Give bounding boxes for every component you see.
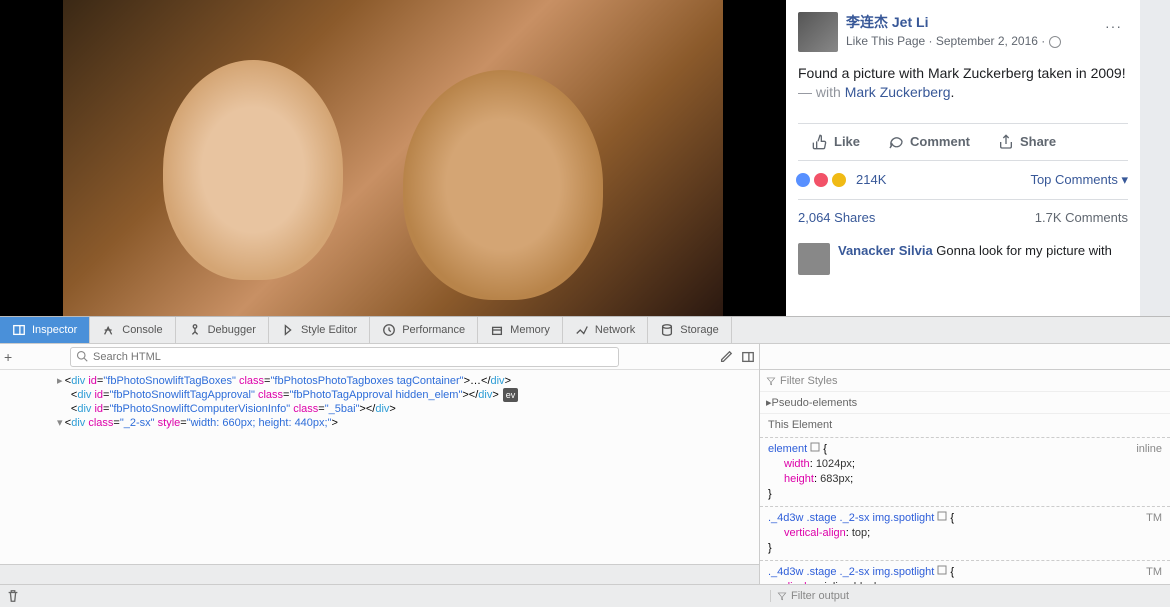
- search-icon: [76, 350, 88, 362]
- commenter-avatar[interactable]: [798, 243, 830, 275]
- reaction-love-icon: [812, 171, 830, 189]
- breadcrumb: [0, 564, 759, 584]
- comment-icon: [888, 134, 904, 150]
- post-body: Found a picture with Mark Zuckerberg tak…: [798, 64, 1128, 103]
- reaction-wow-icon: [830, 171, 848, 189]
- inspect-icon[interactable]: [810, 442, 820, 452]
- inspect-icon[interactable]: [937, 511, 947, 521]
- devtools-tab-memory[interactable]: Memory: [478, 317, 563, 343]
- css-rules: This Element element {inline width: 1024…: [760, 414, 1170, 584]
- html-node[interactable]: <div id="fbPhotoSnowliftComputerVisionIn…: [0, 402, 759, 416]
- trash-icon[interactable]: [6, 589, 20, 603]
- like-button[interactable]: Like: [798, 128, 874, 156]
- post-more-menu[interactable]: ···: [1105, 18, 1122, 34]
- page-name-link[interactable]: 李连杰 Jet Li: [846, 14, 928, 30]
- html-search-input[interactable]: [70, 347, 619, 367]
- tagged-person-link[interactable]: Mark Zuckerberg: [845, 84, 951, 100]
- html-search: [70, 347, 619, 367]
- reaction-like-icon: [794, 171, 812, 189]
- comment-sort-dropdown[interactable]: Top Comments ▾: [1030, 172, 1128, 188]
- commenter-name[interactable]: Vanacker Silvia: [838, 243, 933, 258]
- devtools-tab-network[interactable]: Network: [563, 317, 648, 343]
- filter-output[interactable]: Filter output: [791, 590, 849, 602]
- inspect-icon[interactable]: [937, 565, 947, 575]
- edit-icon[interactable]: [719, 350, 733, 364]
- panel-toggle-icon[interactable]: [741, 350, 755, 364]
- privacy-globe-icon[interactable]: [1049, 36, 1061, 48]
- filter-icon: [766, 376, 776, 386]
- devtools-tab-debugger[interactable]: Debugger: [176, 317, 269, 343]
- pseudo-elements-toggle[interactable]: ▸ Pseudo-elements: [760, 392, 1170, 414]
- html-node[interactable]: ▾<div class="_2-sx" style="width: 660px;…: [0, 416, 759, 430]
- devtools-tab-inspector[interactable]: Inspector: [0, 317, 90, 343]
- comment-button[interactable]: Comment: [874, 128, 984, 156]
- photo-image: [63, 0, 723, 316]
- photo-stage[interactable]: [0, 0, 786, 316]
- devtools-tab-console[interactable]: Console: [90, 317, 175, 343]
- filter-styles[interactable]: Filter Styles: [760, 370, 1170, 392]
- devtools-panel: InspectorConsoleDebuggerStyle EditorPerf…: [0, 316, 1170, 607]
- page-avatar[interactable]: [798, 12, 838, 52]
- devtools-tab-storage[interactable]: Storage: [648, 317, 732, 343]
- post-sidebar: ··· 李连杰 Jet Li Like This Page · Septembe…: [786, 0, 1140, 316]
- share-button[interactable]: Share: [984, 128, 1070, 156]
- thumbs-up-icon: [812, 134, 828, 150]
- comments-count[interactable]: 1.7K Comments: [1035, 210, 1128, 225]
- html-node[interactable]: <div id="fbPhotoSnowliftTagApproval" cla…: [0, 388, 759, 402]
- devtools-tab-performance[interactable]: Performance: [370, 317, 478, 343]
- filter-icon: [777, 591, 787, 601]
- comment-item: Vanacker Silvia Gonna look for my pictur…: [798, 235, 1128, 275]
- post-date[interactable]: September 2, 2016: [936, 34, 1038, 48]
- obscured-background: [1140, 0, 1170, 316]
- html-node[interactable]: ▸<div id="fbPhotoSnowliftTagBoxes" class…: [0, 374, 759, 388]
- reaction-count[interactable]: 214K: [856, 172, 886, 187]
- share-icon: [998, 134, 1014, 150]
- devtools-tab-style-editor[interactable]: Style Editor: [269, 317, 370, 343]
- shares-count[interactable]: 2,064 Shares: [798, 210, 875, 225]
- html-tree[interactable]: ▸<div id="fbPhotoSnowliftTagBoxes" class…: [0, 370, 759, 564]
- like-page-link[interactable]: Like This Page: [846, 34, 925, 48]
- add-node-button[interactable]: +: [4, 349, 20, 365]
